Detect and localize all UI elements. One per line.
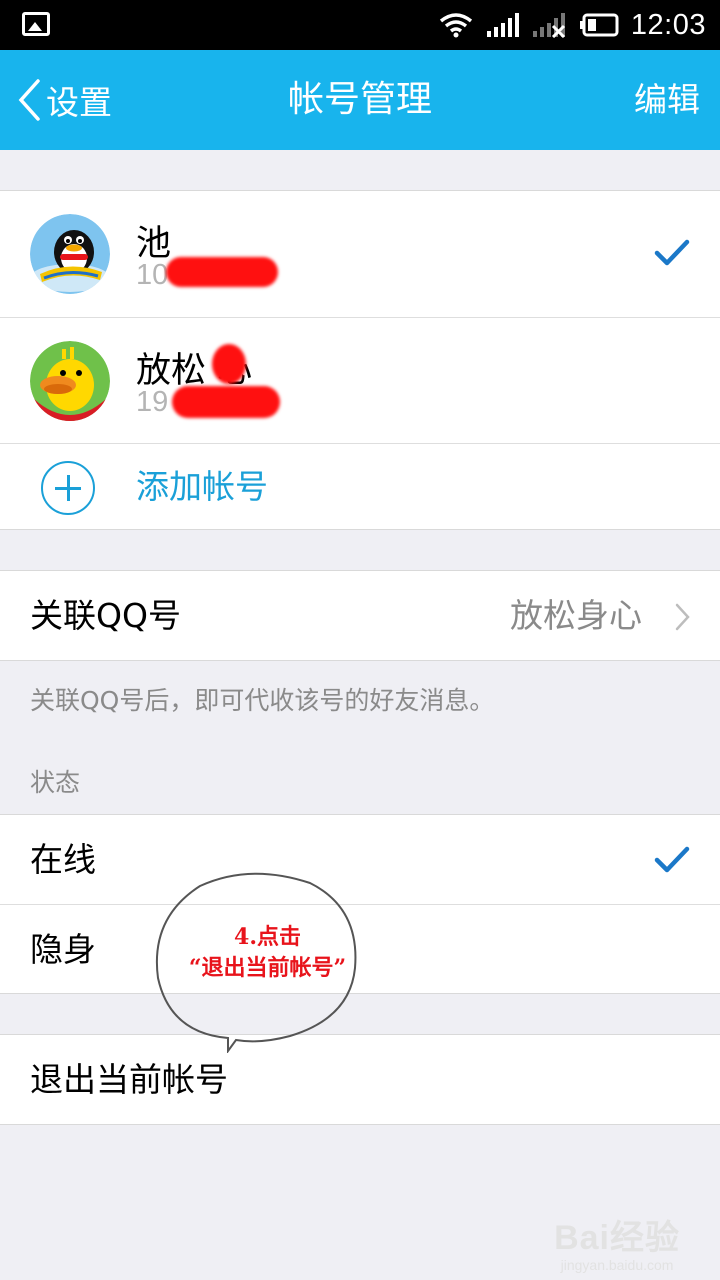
annotation-line-1: 4.点击 (234, 924, 301, 950)
chevron-right-icon (675, 603, 690, 631)
accounts-group: 池 10 07 放松 心 19 93 添加帐号 (0, 190, 720, 530)
account-row[interactable]: 放松 心 19 93 (0, 317, 720, 443)
status-bar: 12:03 (0, 0, 720, 50)
no-signal-icon (532, 13, 565, 38)
annotation-line-2: “退出当前帐号” (188, 955, 347, 981)
link-qq-group: 关联QQ号 放松身心 (0, 570, 720, 661)
avatar-duck (30, 341, 110, 421)
edit-button[interactable]: 编辑 (634, 50, 700, 150)
clock: 12:03 (630, 8, 706, 41)
avatar-penguin (30, 214, 110, 294)
add-account-label: 添加帐号 (136, 467, 268, 506)
back-label: 设置 (46, 83, 112, 122)
add-circle-icon (41, 461, 95, 515)
battery-icon (579, 13, 619, 37)
link-qq-label: 关联QQ号 (30, 596, 181, 635)
chevron-left-icon (18, 79, 40, 121)
link-qq-hint: 关联QQ号后，即可代收该号的好友消息。 (30, 686, 495, 715)
back-button[interactable]: 设置 (16, 50, 112, 150)
redaction-mark (166, 257, 278, 287)
status-option-label: 在线 (30, 840, 96, 879)
status-option-label: 隐身 (30, 930, 96, 969)
annotation-text: 4.点击 “退出当前帐号” (150, 922, 385, 984)
watermark-logo: Bai经验 (554, 1219, 680, 1257)
link-qq-row[interactable]: 关联QQ号 放松身心 (0, 571, 720, 660)
redaction-mark (172, 386, 280, 418)
signal-icon (486, 13, 519, 37)
status-section-header: 状态 (30, 768, 81, 797)
redaction-mark (212, 344, 246, 384)
wifi-icon (439, 13, 473, 38)
add-account-row[interactable]: 添加帐号 (0, 443, 720, 529)
watermark-url: jingyan.baidu.com (560, 1257, 674, 1273)
account-row[interactable]: 池 10 07 (0, 191, 720, 317)
checkmark-icon (654, 846, 690, 873)
baidu-watermark: Bai经验 jingyan.baidu.com (554, 1210, 680, 1273)
image-icon (22, 12, 50, 36)
nav-bar: 设置 帐号管理 编辑 (0, 50, 720, 150)
link-qq-value: 放松身心 (510, 596, 642, 635)
checkmark-icon (654, 239, 690, 266)
